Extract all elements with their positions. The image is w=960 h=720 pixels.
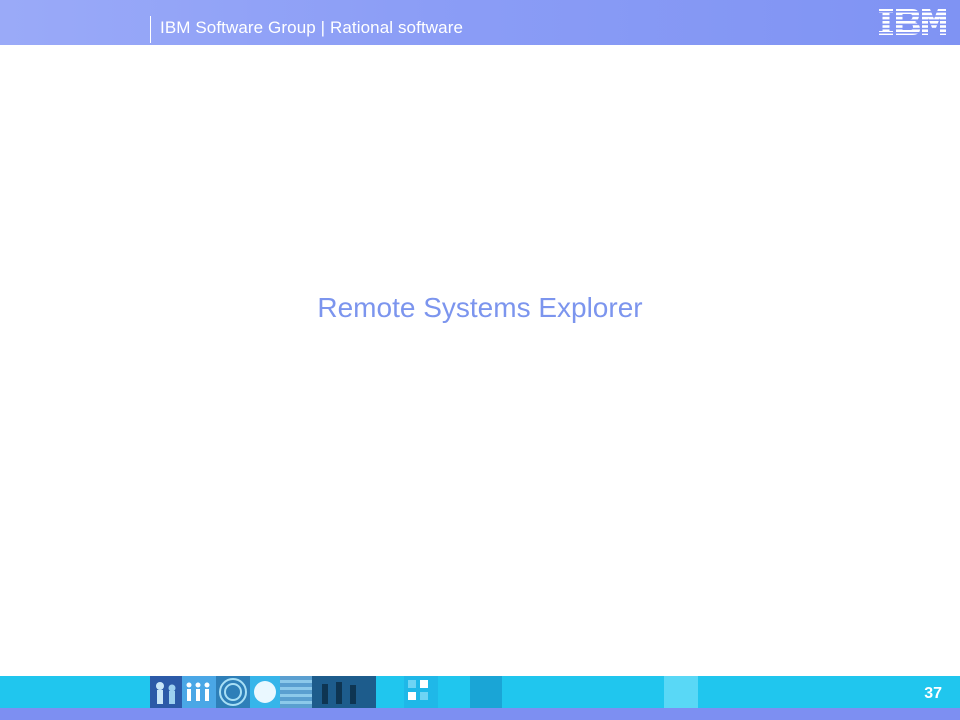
header-separator (150, 16, 151, 43)
header-band: IBM Software Group | Rational software (0, 0, 960, 45)
slide-title: Remote Systems Explorer (317, 292, 643, 323)
ibm-logo-icon (879, 9, 946, 35)
page-number: 37 (924, 685, 942, 702)
footer-bottom-strip (0, 708, 960, 720)
header-title: IBM Software Group | Rational software (160, 18, 464, 37)
decorative-image-strip-icon (150, 676, 698, 708)
